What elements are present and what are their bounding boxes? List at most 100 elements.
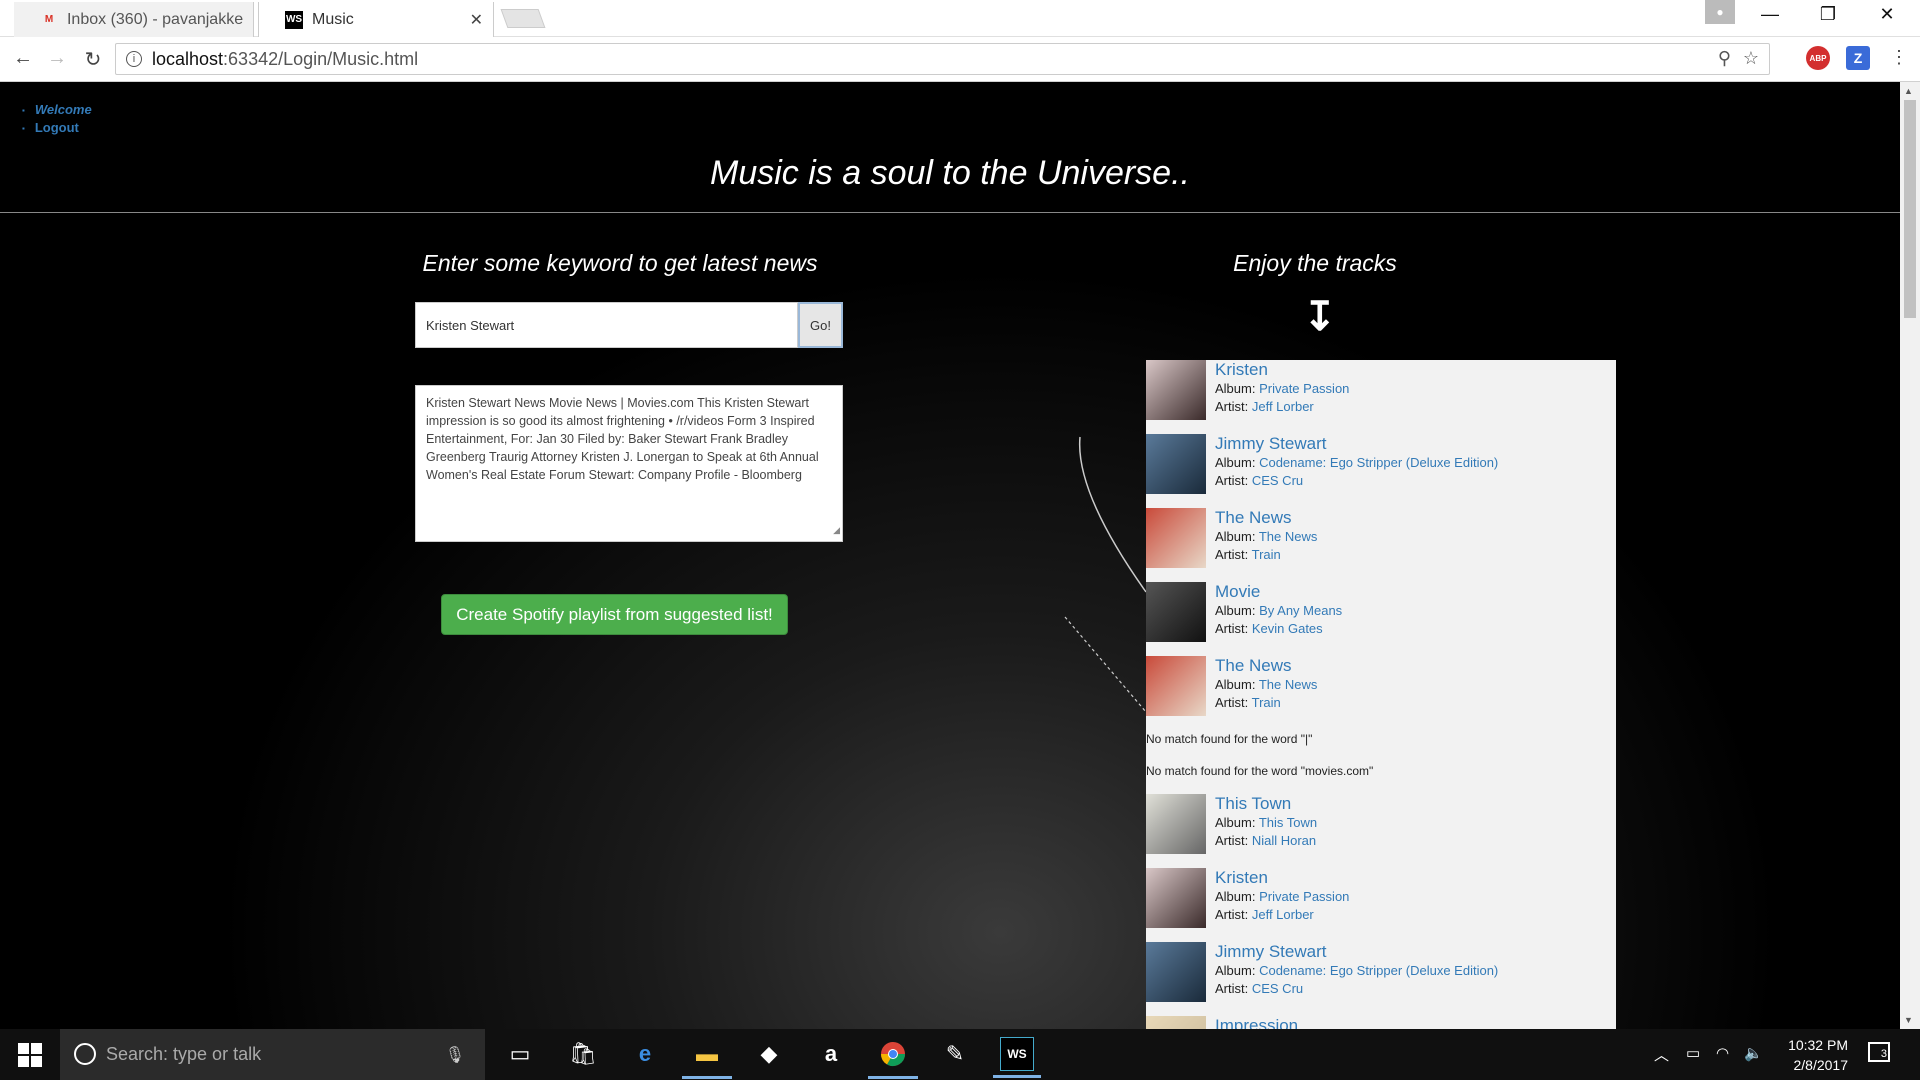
decorative-light-streak xyxy=(1064,436,1147,713)
zoom-icon[interactable]: ⚲ xyxy=(1718,48,1731,69)
album-art xyxy=(1146,434,1206,494)
album-link[interactable]: By Any Means xyxy=(1259,603,1342,618)
album-label: Album: xyxy=(1215,381,1260,396)
tab-inbox[interactable]: M Inbox (360) - pavanjakke xyxy=(14,2,254,37)
artist-line: Artist: CES Cru xyxy=(1215,472,1498,490)
new-tab-button[interactable] xyxy=(500,9,546,28)
track-item[interactable]: Impression xyxy=(1146,1016,1616,1029)
track-item[interactable]: Movie Album: By Any Means Artist: Kevin Ga… xyxy=(1146,582,1616,656)
album-art xyxy=(1146,794,1206,854)
back-icon[interactable]: ← xyxy=(10,47,36,70)
scroll-up-icon[interactable]: ▲ xyxy=(1904,86,1913,96)
create-playlist-button[interactable]: Create Spotify playlist from suggested l… xyxy=(441,594,788,635)
go-button[interactable]: Go! xyxy=(798,302,843,348)
webstorm-icon[interactable]: WS xyxy=(993,1037,1041,1078)
store-icon[interactable]: 🛍 xyxy=(566,1037,600,1071)
track-info: Jimmy Stewart Album: Codename: Ego Stripp… xyxy=(1215,942,1498,1016)
action-center-icon[interactable]: 3 xyxy=(1868,1042,1890,1062)
header-divider xyxy=(0,212,1900,213)
logout-link[interactable]: Logout xyxy=(22,120,92,135)
forward-icon[interactable]: → xyxy=(44,47,70,70)
artist-link[interactable]: CES Cru xyxy=(1252,981,1303,996)
artist-link[interactable]: Jeff Lorber xyxy=(1252,399,1314,414)
no-match-message: No match found for the word "movies.com" xyxy=(1146,764,1374,778)
battery-icon[interactable]: ▭ xyxy=(1686,1044,1700,1062)
system-clock[interactable]: 10:32 PM 2/8/2017 xyxy=(1768,1035,1848,1075)
site-info-icon[interactable]: i xyxy=(126,51,142,67)
page-scrollbar[interactable]: ▲ ▼ xyxy=(1900,82,1920,1029)
tab-music[interactable]: WS Music ✕ xyxy=(258,2,494,37)
start-button[interactable] xyxy=(18,1043,42,1067)
artist-link[interactable]: Niall Horan xyxy=(1252,833,1316,848)
tracks-list: Kristen Album: Private Passion Artist: Jef… xyxy=(1146,360,1616,1029)
track-name-link[interactable]: Jimmy Stewart xyxy=(1215,942,1498,962)
track-name-link[interactable]: The News xyxy=(1215,508,1317,528)
wifi-icon[interactable]: ◠ xyxy=(1716,1044,1729,1062)
track-name-link[interactable]: Jimmy Stewart xyxy=(1215,434,1498,454)
track-name-link[interactable]: The News xyxy=(1215,656,1317,676)
track-name-link[interactable]: Impression xyxy=(1215,1016,1298,1029)
artist-label: Artist: xyxy=(1215,695,1252,710)
artist-label: Artist: xyxy=(1215,981,1252,996)
user-profile-icon[interactable]: ● xyxy=(1705,0,1735,24)
track-item[interactable]: This Town Album: This Town Artist: Niall H… xyxy=(1146,794,1616,868)
tab-title: Music xyxy=(312,10,354,28)
reload-icon[interactable]: ↻ xyxy=(80,47,106,72)
scroll-down-icon[interactable]: ▼ xyxy=(1904,1015,1913,1025)
address-bar[interactable]: i localhost:63342/Login/Music.html ⚲ ☆ xyxy=(115,43,1770,75)
track-item[interactable]: Kristen Album: Private Passion Artist: Jef… xyxy=(1146,360,1616,434)
file-explorer-icon[interactable]: ▬ xyxy=(682,1037,732,1079)
album-art xyxy=(1146,508,1206,568)
album-link[interactable]: The News xyxy=(1259,529,1318,544)
album-link[interactable]: This Town xyxy=(1259,815,1317,830)
amazon-icon[interactable]: a xyxy=(814,1037,848,1071)
cortana-search-box[interactable]: Search: type or talk 🎙 xyxy=(60,1029,485,1080)
show-hidden-icons-icon[interactable]: ︿ xyxy=(1654,1044,1669,1065)
artist-link[interactable]: CES Cru xyxy=(1252,473,1303,488)
keyword-input[interactable] xyxy=(415,302,798,348)
track-name-link[interactable]: This Town xyxy=(1215,794,1317,814)
track-item[interactable]: The News Album: The News Artist: Train xyxy=(1146,508,1616,582)
track-name-link[interactable]: Kristen xyxy=(1215,360,1349,380)
close-tab-icon[interactable]: ✕ xyxy=(470,10,483,30)
chrome-icon[interactable] xyxy=(868,1037,918,1079)
z-extension-icon[interactable]: Z xyxy=(1846,46,1870,70)
album-label: Album: xyxy=(1215,889,1260,904)
track-name-link[interactable]: Movie xyxy=(1215,582,1342,602)
close-window-icon[interactable]: ✕ xyxy=(1872,4,1902,25)
volume-icon[interactable]: 🔈 xyxy=(1744,1044,1763,1062)
track-name-link[interactable]: Kristen xyxy=(1215,868,1349,888)
task-view-icon[interactable]: ▭ xyxy=(503,1037,537,1071)
scrollbar-thumb[interactable] xyxy=(1904,100,1916,318)
microphone-icon[interactable]: 🎙 xyxy=(445,1045,465,1065)
album-link[interactable]: Codename: Ego Stripper (Deluxe Edition) xyxy=(1259,455,1498,470)
adblock-plus-icon[interactable]: ABP xyxy=(1806,46,1830,70)
bookmark-star-icon[interactable]: ☆ xyxy=(1743,48,1759,69)
artist-link[interactable]: Train xyxy=(1252,547,1281,562)
album-link[interactable]: The News xyxy=(1259,677,1318,692)
track-item[interactable]: The News Album: The News Artist: Train xyxy=(1146,656,1616,730)
minimize-icon[interactable]: — xyxy=(1755,4,1785,25)
dropbox-icon[interactable]: ◆ xyxy=(752,1037,786,1071)
app-icon[interactable]: ✎ xyxy=(938,1037,972,1071)
track-item[interactable]: Jimmy Stewart Album: Codename: Ego Stripp… xyxy=(1146,942,1616,1016)
news-textarea[interactable]: Kristen Stewart News Movie News | Movies… xyxy=(415,385,843,542)
album-link[interactable]: Private Passion xyxy=(1259,381,1349,396)
edge-icon[interactable]: e xyxy=(628,1037,662,1071)
album-art xyxy=(1146,942,1206,1002)
track-item[interactable]: Jimmy Stewart Album: Codename: Ego Stripp… xyxy=(1146,434,1616,508)
welcome-link[interactable]: Welcome xyxy=(22,102,92,117)
resize-grip-icon[interactable]: ◢ xyxy=(833,521,840,539)
track-info: The News Album: The News Artist: Train xyxy=(1215,656,1317,730)
artist-link[interactable]: Jeff Lorber xyxy=(1252,907,1314,922)
album-link[interactable]: Private Passion xyxy=(1259,889,1349,904)
chrome-menu-icon[interactable]: ⋮ xyxy=(1886,47,1912,68)
album-link[interactable]: Codename: Ego Stripper (Deluxe Edition) xyxy=(1259,963,1498,978)
gmail-icon: M xyxy=(44,14,54,25)
artist-link[interactable]: Train xyxy=(1252,695,1281,710)
restore-icon[interactable]: ❐ xyxy=(1813,4,1843,25)
artist-link[interactable]: Kevin Gates xyxy=(1252,621,1323,636)
album-line: Album: By Any Means xyxy=(1215,602,1342,620)
news-section-title: Enter some keyword to get latest news xyxy=(422,250,818,276)
track-item[interactable]: Kristen Album: Private Passion Artist: Jef… xyxy=(1146,868,1616,942)
